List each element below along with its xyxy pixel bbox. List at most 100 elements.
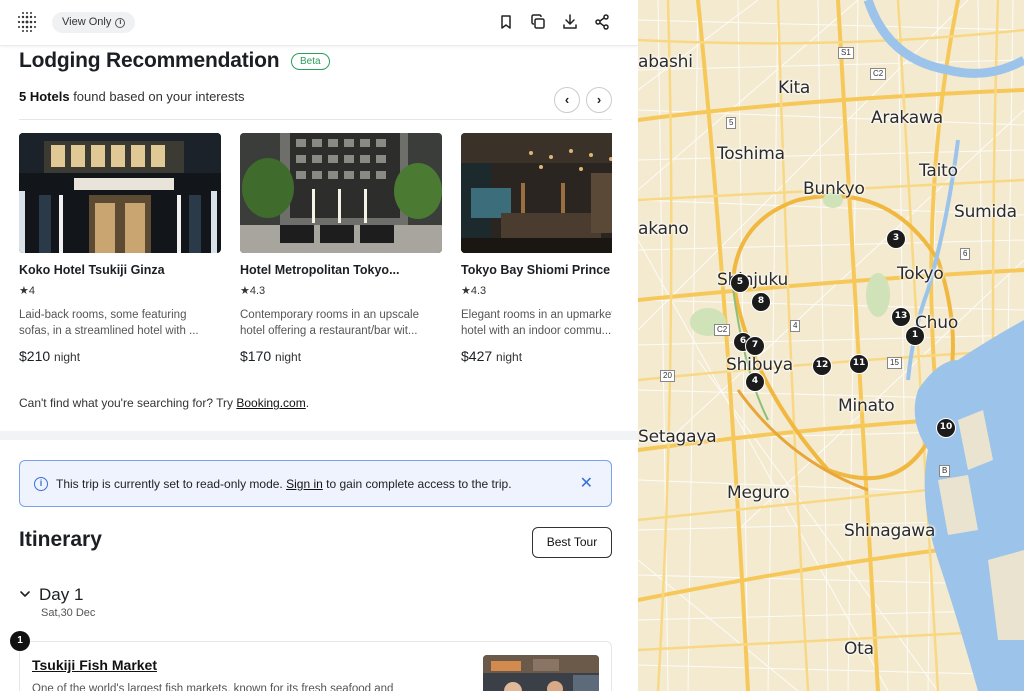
cant-find-prefix: Can't find what you're searching for? Tr… [19,396,237,410]
notice-text-after: to gain complete access to the trip. [322,477,512,491]
chevron-down-icon[interactable] [19,587,31,599]
map-place-label: Ota [844,639,874,659]
map-place-label: Bunkyo [803,179,865,199]
copy-icon[interactable] [529,13,547,31]
beta-badge: Beta [291,53,330,70]
hotel-price: $210 night [19,348,221,364]
divider [19,119,612,120]
trip-map[interactable]: S1 C2 5 6 C2 4 20 1 5 B abashi Kita Arakawa… [638,0,1024,691]
map-marker[interactable]: 4 [745,372,765,392]
carousel-next-button[interactable]: › [586,87,612,113]
place-photo[interactable] [483,655,599,691]
hotel-photo[interactable] [19,133,221,253]
day-label[interactable]: Day 1 [39,585,83,605]
hotel-card[interactable]: Koko Hotel Tsukiji Ginza ★4 Laid-back ro… [19,133,221,364]
route-shield: B [939,465,951,477]
route-shield: 5 [726,117,737,129]
hotel-name: Hotel Metropolitan Tokyo... [240,263,400,277]
sign-in-link[interactable]: Sign in [286,477,323,491]
star-icon: ★ [240,285,250,297]
booking-link[interactable]: Booking.com [236,396,305,410]
best-tour-button[interactable]: Best Tour [532,527,612,558]
route-shield: C2 [870,68,887,80]
map-place-label: Tokyo [897,264,944,284]
hotel-rating: ★4.3 [461,284,612,297]
map-marker[interactable]: 10 [936,418,956,438]
map-background [638,0,1024,691]
hotel-description-line: hotel with an indoor commu... [461,325,612,337]
hotel-description-line: Elegant rooms in an upmarket [461,309,612,321]
map-place-label: Taito [919,161,958,181]
info-icon: i [115,17,126,28]
cant-find-text: Can't find what you're searching for? Tr… [19,396,309,410]
place-title-link[interactable]: Tsukiji Fish Market [32,657,157,673]
map-marker[interactable]: 1 [905,326,925,346]
route-shield: 6 [960,248,971,260]
hotel-carousel: Koko Hotel Tsukiji Ginza ★ 4 Laid-back ro… [19,133,612,373]
hotel-description-line: Contemporary rooms in an upscale [240,309,419,321]
trip-panel: View Only i Lodging Recommendation Beta … [0,0,638,691]
hotel-rating-value: 4 [28,285,35,297]
hotel-description: Laid-back rooms, some featuring sofas, i… [19,307,221,339]
view-only-badge[interactable]: View Only i [52,12,136,33]
map-marker[interactable]: 12 [812,356,832,376]
day-date: Sat,30 Dec [41,607,96,619]
map-place-label: Sumida [954,202,1017,222]
section-divider [0,431,638,440]
hotel-photo[interactable] [240,133,442,253]
map-place-label: Shibuya [726,355,793,375]
hotel-name: Koko Hotel Tsukiji Ginza [19,263,165,277]
map-marker[interactable]: 3 [886,229,906,249]
map-place-label: Toshima [717,144,785,164]
place-description: One of the world's largest fish markets,… [32,683,394,691]
map-place-label: Shinjuku [717,270,789,290]
route-shield: C2 [714,324,731,336]
hotel-card[interactable]: Hotel Metropolitan Tokyo... ★4.3 Contemp… [240,133,442,364]
map-place-label: Kita [778,78,811,98]
hotel-description-line: hotel offering a restaurant/bar wit... [240,325,418,337]
route-shield: 20 [660,370,675,382]
close-icon[interactable]: ✕ [580,473,593,493]
cant-find-end: . [305,396,310,410]
download-icon[interactable] [561,13,579,31]
hotel-card[interactable]: Tokyo Bay Shiomi Prince ★4.3 Elegant roo… [461,133,612,364]
map-place-label: Minato [838,396,895,416]
hotel-description: Contemporary rooms in an upscale hotel o… [240,307,442,339]
hotel-description: Elegant rooms in an upmarket hotel with … [461,307,612,339]
map-marker[interactable]: 8 [751,292,771,312]
place-number-badge: 1 [10,631,30,651]
share-icon[interactable] [593,13,611,31]
info-icon: i [34,477,48,491]
map-marker[interactable]: 11 [849,354,869,374]
hotel-description-line: Laid-back rooms, some featuring [19,309,187,321]
map-place-label: Shinagawa [844,521,936,541]
map-marker[interactable]: 5 [730,273,750,293]
hotels-found-text: 5 Hotels found based on your interests [19,89,244,104]
route-shield: S1 [838,47,854,59]
view-only-label: View Only [62,16,112,28]
itinerary-title: Itinerary [19,528,102,551]
map-marker[interactable]: 7 [745,336,765,356]
hotel-price-value: $210 [19,348,51,364]
hotel-rating: ★4.3 [240,284,442,297]
star-icon: ★ [461,285,471,297]
lodging-title: Lodging Recommendation [19,49,280,72]
top-bar: View Only i [0,0,638,46]
hotel-rating-value: 4.3 [470,285,487,297]
map-place-label: Arakawa [871,108,943,128]
hotel-price: $170 night [240,348,442,364]
hotel-price-unit: night [496,350,523,364]
hotel-description-line: sofas, in a streamlined hotel with ... [19,325,199,337]
map-place-label: abashi [638,52,693,72]
map-place-label: Meguro [727,483,790,503]
notice-text-before: This trip is currently set to read-only … [56,477,287,491]
hotel-price-unit: night [54,350,81,364]
hotel-photo[interactable] [461,133,612,253]
map-place-label: Setagaya [638,427,717,447]
bookmark-icon[interactable] [497,13,515,31]
map-marker[interactable]: 13 [891,307,911,327]
carousel-prev-button[interactable]: ‹ [554,87,580,113]
hotel-rating-value: 4.3 [249,285,266,297]
app-logo-icon[interactable] [16,11,38,33]
map-place-label: akano [638,219,689,239]
